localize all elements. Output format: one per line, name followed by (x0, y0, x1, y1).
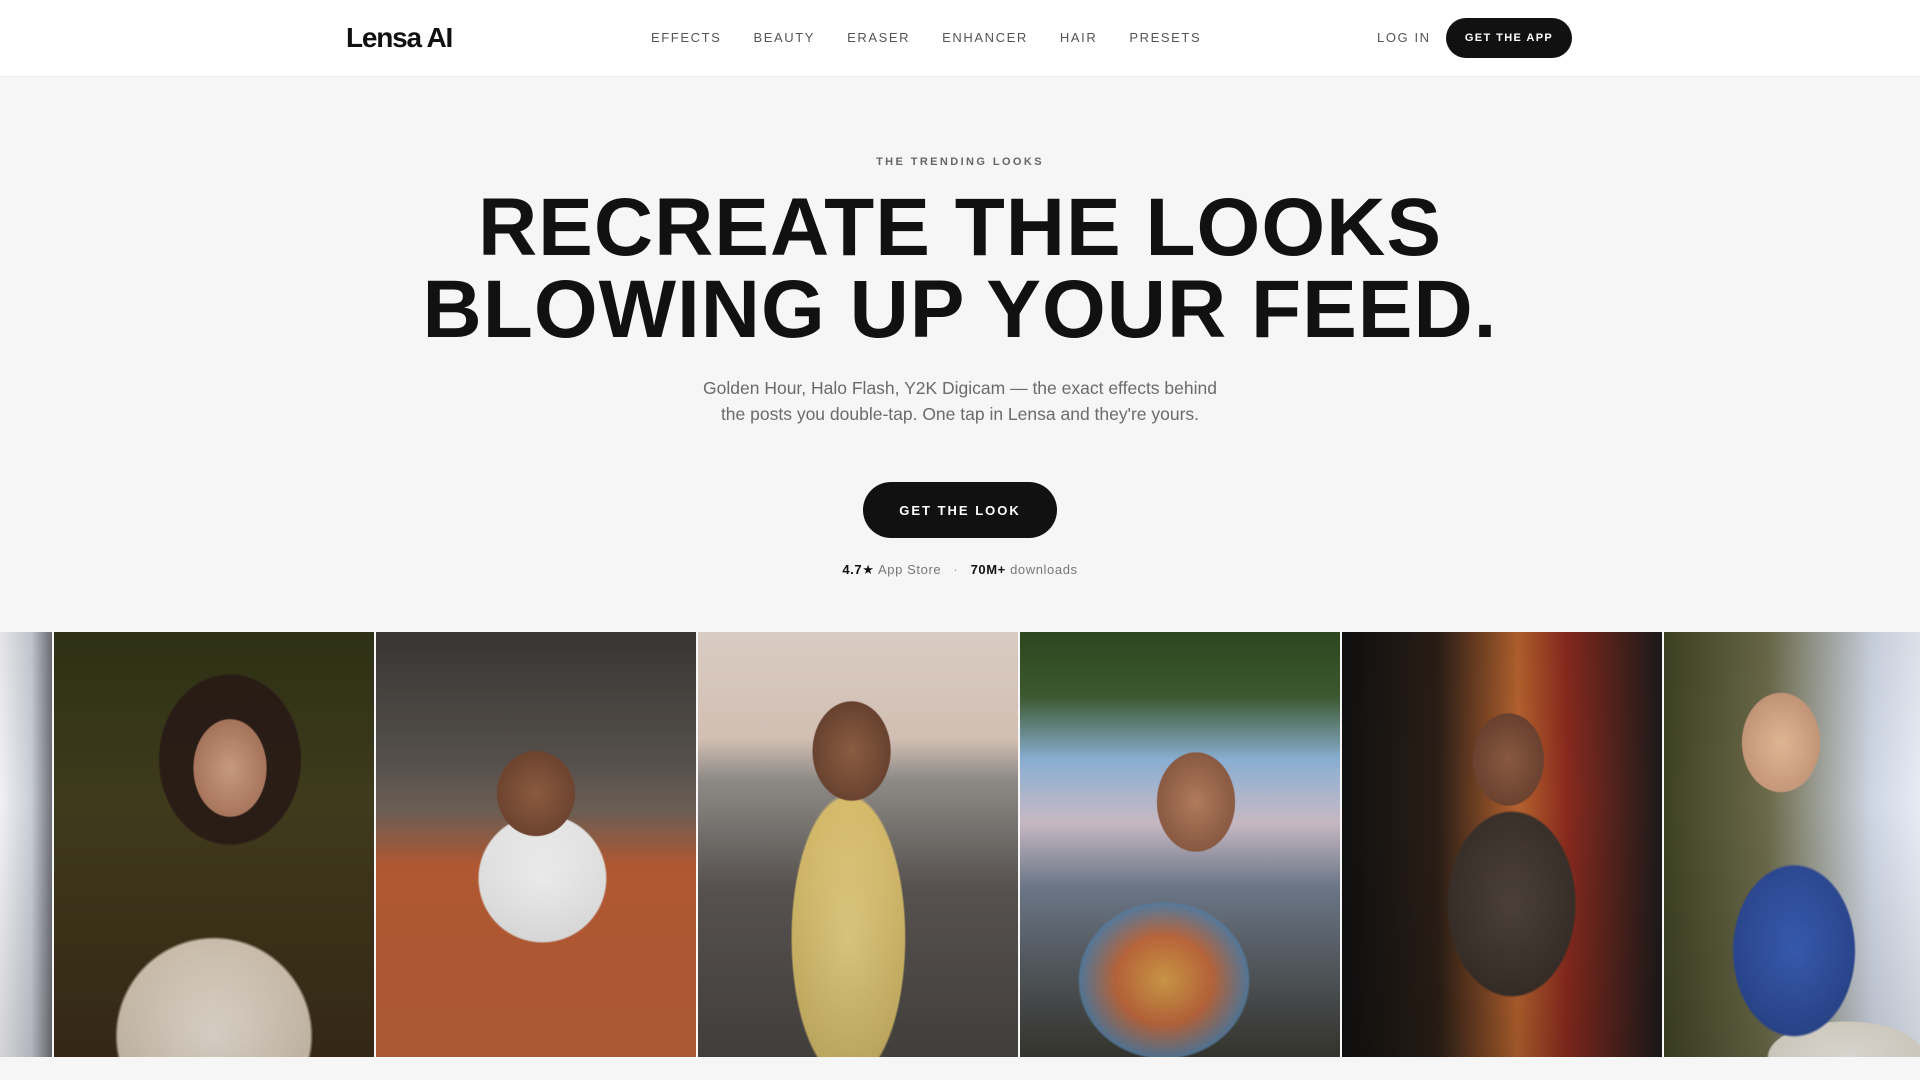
nav-item-hair[interactable]: HAIR (1060, 30, 1097, 45)
get-the-look-button[interactable]: GET THE LOOK (863, 482, 1057, 538)
gallery-photo-yellow-dress-terrace[interactable] (698, 632, 1018, 1057)
gallery-photo-sunset-seaside[interactable] (1020, 632, 1340, 1057)
hero-eyebrow: THE TRENDING LOOKS (876, 156, 1044, 168)
rating-value: 4.7★ (842, 562, 875, 577)
nav-item-effects[interactable]: EFFECTS (651, 30, 721, 45)
hero-subtext: Golden Hour, Halo Flash, Y2K Digicam — t… (703, 378, 1217, 424)
hero-headline-line2: BLOWING UP YOUR FEED. (422, 264, 1498, 355)
gallery-photo-night-garden[interactable] (54, 632, 374, 1057)
downloads-label: downloads (1010, 562, 1078, 577)
stats-separator: · (953, 562, 959, 577)
lensa-logo[interactable]: Lensa AI (346, 22, 453, 54)
downloads-value: 70M+ (970, 562, 1006, 577)
hero-stats: 4.7★ App Store · 70M+ downloads (0, 562, 1920, 578)
main-nav: EFFECTS BEAUTY ERASER ENHANCER HAIR PRES… (651, 30, 1233, 45)
page-bottom-strip (0, 1057, 1920, 1080)
get-the-app-button[interactable]: GET THE APP (1446, 18, 1572, 58)
nav-item-beauty[interactable]: BEAUTY (753, 30, 815, 45)
rating-label: App Store (877, 562, 942, 577)
nav-item-enhancer[interactable]: ENHANCER (942, 30, 1028, 45)
login-link[interactable]: LOG IN (1377, 30, 1431, 45)
site-header: Lensa AI EFFECTS BEAUTY ERASER ENHANCER … (0, 0, 1920, 77)
gallery-photo-partial-left[interactable] (0, 632, 52, 1057)
looks-gallery[interactable] (0, 632, 1920, 1057)
gallery-photo-tennis-court[interactable] (376, 632, 696, 1057)
nav-item-presets[interactable]: PRESETS (1129, 30, 1201, 45)
nav-item-eraser[interactable]: ERASER (847, 30, 910, 45)
hero-headline: RECREATE THE LOOKS BLOWING UP YOUR FEED. (0, 187, 1920, 351)
gallery-photo-blue-top-dinner[interactable] (1664, 632, 1920, 1057)
hero-headline-line1: RECREATE THE LOOKS (477, 182, 1443, 273)
gallery-photo-night-lights[interactable] (1342, 632, 1662, 1057)
